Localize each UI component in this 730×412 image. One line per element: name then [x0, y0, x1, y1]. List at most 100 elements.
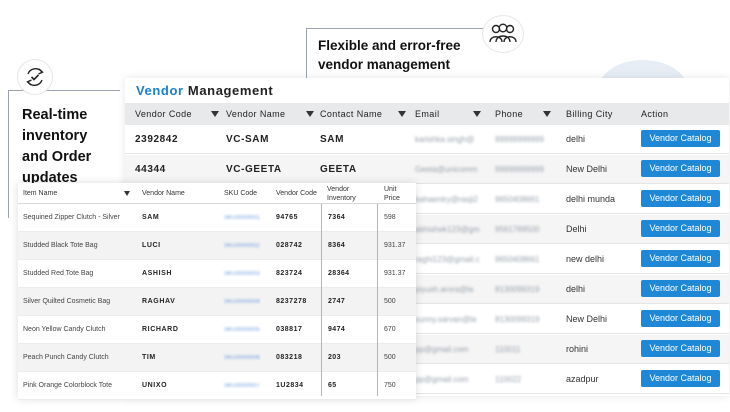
- cell-vcode: 1U2834: [276, 382, 304, 389]
- column-action: Action: [641, 109, 669, 119]
- cell-phone: 8130099319: [495, 315, 540, 324]
- vendor-catalog-button[interactable]: Vendor Catalog: [641, 280, 720, 297]
- vendor-catalog-button[interactable]: Vendor Catalog: [641, 160, 720, 177]
- cell-item: Studded Red Tote Bag: [23, 270, 94, 277]
- cell-code: 44344: [135, 164, 166, 175]
- cell-item: Silver Quilted Cosmetic Bag: [23, 298, 111, 305]
- flexible-callout-line2: vendor management: [318, 57, 451, 72]
- title-part1: Vendor: [136, 83, 184, 98]
- column-phone[interactable]: Phone: [495, 103, 559, 125]
- vendor-catalog-button[interactable]: Vendor Catalog: [641, 250, 720, 267]
- cell-phone: 9561789500: [495, 225, 540, 234]
- cell-item: Peach Punch Candy Clutch: [23, 354, 109, 361]
- inventory-column-highlight: [321, 204, 378, 396]
- people-group-icon: [483, 16, 523, 52]
- cell-phone: 9650408661: [495, 195, 540, 204]
- column-vendor-name[interactable]: Vendor Name: [226, 103, 316, 125]
- item-inventory-panel: Item Name Vendor Name SKU Code Vendor Co…: [18, 183, 416, 400]
- cell-vcode: 083218: [276, 354, 303, 361]
- column-sku-code[interactable]: SKU Code: [224, 183, 257, 204]
- cell-price: 598: [384, 214, 396, 221]
- table-row: 44344 VC-GEETA GEETA Geeta@unicomm 999999999…: [125, 155, 729, 184]
- cell-phone: 110022: [495, 375, 522, 384]
- filter-icon[interactable]: [398, 111, 406, 117]
- vendor-catalog-button[interactable]: Vendor Catalog: [641, 340, 720, 357]
- cell-item: Studded Black Tote Bag: [23, 242, 98, 249]
- cell-city: delhi: [566, 134, 586, 144]
- column-billing-city[interactable]: Billing City: [566, 103, 626, 125]
- cell-city: delhi: [566, 284, 586, 294]
- column-contact-name[interactable]: Contact Name: [320, 103, 410, 125]
- filter-icon[interactable]: [543, 111, 551, 117]
- cell-name: VC-GEETA: [226, 164, 282, 175]
- cell-vcode: 038817: [276, 326, 303, 333]
- column-item-name[interactable]: Item Name: [23, 183, 133, 204]
- cell-sku: SKU0000007: [224, 383, 260, 389]
- cell-city: New Delhi: [566, 314, 608, 324]
- filter-icon[interactable]: [211, 111, 219, 117]
- vendor-management-title: Vendor Management: [136, 83, 273, 98]
- flexible-callout-line1: Flexible and error-free: [318, 38, 461, 53]
- column-vendor-code[interactable]: Vendor Code: [276, 183, 317, 204]
- cell-vendor: LUCI: [142, 242, 161, 249]
- filter-icon[interactable]: [124, 191, 130, 196]
- flexible-callout: Flexible and error-free vendor managemen…: [306, 28, 496, 82]
- cell-code: 2392842: [135, 134, 179, 145]
- cell-email: sunny.sarvan@la: [415, 315, 477, 324]
- vendor-catalog-button[interactable]: Vendor Catalog: [641, 190, 720, 207]
- cell-vendor: SAM: [142, 214, 160, 221]
- cell-email: bahaentry@rasji2: [415, 195, 478, 204]
- cell-phone: 8130099319: [495, 285, 540, 294]
- cell-name: VC-SAM: [226, 134, 270, 145]
- item-table-header: Item Name Vendor Name SKU Code Vendor Co…: [18, 183, 416, 204]
- cell-vendor: RAGHAV: [142, 298, 176, 305]
- cell-vendor: RICHARD: [142, 326, 179, 333]
- cell-phone: 9650408661: [495, 255, 540, 264]
- filter-icon[interactable]: [473, 111, 481, 117]
- cell-city: Delhi: [566, 224, 587, 234]
- column-vendor-code[interactable]: Vendor Code: [135, 103, 221, 125]
- table-row: 2392842 VC-SAM SAM karishka.singh@ 999999999…: [125, 125, 729, 154]
- cell-vendor: TIM: [142, 354, 156, 361]
- vendor-catalog-button[interactable]: Vendor Catalog: [641, 220, 720, 237]
- cell-email: abhishek123@gm: [415, 225, 480, 234]
- cell-email: pp@gmail.com: [415, 375, 469, 384]
- cell-sku: SKU0000006: [224, 355, 260, 361]
- cell-city: azadpur: [566, 374, 599, 384]
- cell-vcode: 8237278: [276, 298, 307, 305]
- realtime-callout-line2: inventory: [22, 128, 88, 144]
- cell-sku: SKU0000001: [224, 215, 260, 221]
- cell-vendor: UNIXO: [142, 382, 168, 389]
- cell-item: Neon Yellow Candy Clutch: [23, 326, 106, 333]
- column-vendor-inventory[interactable]: Vendor Inventory: [327, 185, 356, 206]
- vendor-catalog-button[interactable]: Vendor Catalog: [641, 310, 720, 327]
- cell-contact: SAM: [320, 134, 345, 145]
- cell-phone: 110011: [495, 345, 521, 354]
- vendor-catalog-button[interactable]: Vendor Catalog: [641, 130, 720, 147]
- cell-city: rohini: [566, 344, 589, 354]
- cell-phone: 99999999999: [495, 165, 544, 174]
- cell-city: delhi munda: [566, 194, 616, 204]
- cell-vcode: 028742: [276, 242, 303, 249]
- realtime-callout-line1: Real-time: [22, 107, 88, 123]
- title-part2: Management: [187, 83, 274, 98]
- cell-sku: SKU0000002: [224, 243, 260, 249]
- cell-city: New Delhi: [566, 164, 608, 174]
- cell-phone: 99999999999: [495, 135, 544, 144]
- cell-price: 931.37: [384, 270, 406, 277]
- filter-icon[interactable]: [306, 111, 314, 117]
- cell-email: pp@gmail.com: [415, 345, 469, 354]
- vendor-table-header: Vendor Code Vendor Name Contact Name Ema…: [125, 103, 729, 125]
- cell-sku: SKU0000005: [224, 327, 260, 333]
- column-unit-price[interactable]: Unit Price: [384, 185, 400, 206]
- cell-price: 500: [384, 354, 396, 361]
- cell-contact: GEETA: [320, 164, 357, 175]
- column-email[interactable]: Email: [415, 103, 493, 125]
- vendor-catalog-button[interactable]: Vendor Catalog: [641, 370, 720, 387]
- cell-email: Geeta@unicomm: [415, 165, 478, 174]
- cell-sku: SKU0000004: [224, 299, 260, 305]
- column-vendor-name[interactable]: Vendor Name: [142, 183, 185, 204]
- sync-check-icon: [18, 60, 52, 94]
- cell-email: karishka.singh@: [415, 135, 475, 144]
- cell-vcode: 823724: [276, 270, 303, 277]
